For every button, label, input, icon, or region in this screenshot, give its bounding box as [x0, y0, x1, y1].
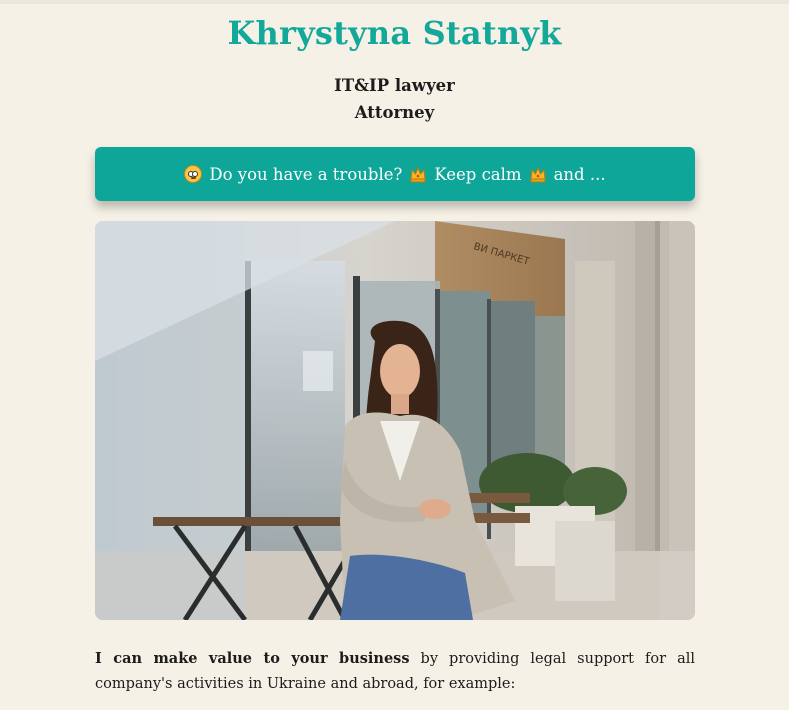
trouble-banner-button[interactable]: Do you have a trouble? Keep calm and ... [95, 147, 695, 201]
intro-bold-text: I can make value to your business [95, 650, 410, 667]
hero-photo: ВИ ПАРКЕТ [95, 221, 695, 620]
role-subtitle: Attorney [354, 103, 435, 122]
crown-icon [529, 165, 547, 183]
hero-photo-illustration: ВИ ПАРКЕТ [95, 221, 695, 620]
crown-icon [409, 165, 427, 183]
role-title: IT&IP lawyer [334, 76, 455, 95]
cta-text-keep-calm: Keep calm [434, 164, 522, 184]
flushed-face-icon [184, 165, 203, 183]
intro-paragraph: I can make value to your business by pro… [95, 646, 695, 697]
page-title: Khrystyna Statnyk [227, 14, 562, 52]
cta-text-and: and ... [553, 164, 606, 184]
top-divider [0, 0, 789, 4]
cta-text-question: Do you have a trouble? [209, 164, 403, 184]
